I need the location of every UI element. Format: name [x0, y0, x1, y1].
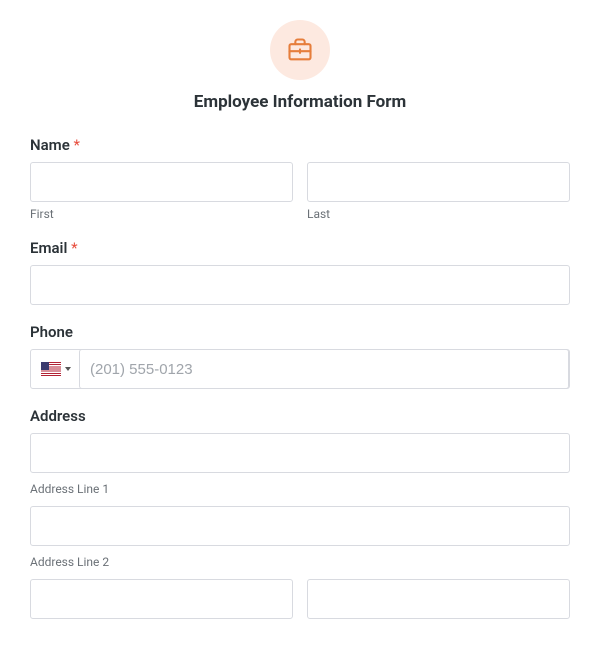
address-line2-block: Address Line 2	[30, 506, 570, 569]
address-state-col	[307, 579, 570, 619]
address-line2-sublabel: Address Line 2	[30, 555, 570, 569]
address-label: Address	[30, 407, 570, 425]
name-label-text: Name	[30, 136, 70, 154]
name-row: First Last	[30, 162, 570, 221]
country-code-selector[interactable]	[31, 350, 79, 388]
first-name-col: First	[30, 162, 293, 221]
name-field-group: Name * First Last	[30, 136, 570, 221]
address-city-input[interactable]	[30, 579, 293, 619]
address-line1-block: Address Line 1	[30, 433, 570, 496]
address-field-group: Address Address Line 1 Address Line 2	[30, 407, 570, 619]
address-city-state-row	[30, 579, 570, 619]
form-container: Employee Information Form Name * First L…	[0, 0, 600, 657]
header-icon-wrapper	[30, 20, 570, 80]
last-name-col: Last	[307, 162, 570, 221]
required-indicator: *	[74, 136, 80, 154]
address-line2-input[interactable]	[30, 506, 570, 546]
address-line1-sublabel: Address Line 1	[30, 482, 570, 496]
phone-field-group: Phone	[30, 323, 570, 389]
email-label: Email *	[30, 239, 570, 257]
email-input[interactable]	[30, 265, 570, 305]
phone-input-wrapper	[30, 349, 570, 389]
address-state-input[interactable]	[307, 579, 570, 619]
address-city-col	[30, 579, 293, 619]
briefcase-icon-circle	[270, 20, 330, 80]
email-field-group: Email *	[30, 239, 570, 305]
chevron-down-icon	[65, 367, 71, 371]
name-label: Name *	[30, 136, 570, 154]
phone-input[interactable]	[79, 349, 569, 389]
first-name-sublabel: First	[30, 207, 293, 221]
briefcase-icon	[286, 36, 314, 64]
last-name-input[interactable]	[307, 162, 570, 202]
form-title: Employee Information Form	[30, 92, 570, 112]
email-label-text: Email	[30, 239, 67, 257]
required-indicator: *	[71, 239, 77, 257]
last-name-sublabel: Last	[307, 207, 570, 221]
first-name-input[interactable]	[30, 162, 293, 202]
phone-label: Phone	[30, 323, 570, 341]
us-flag-icon	[41, 362, 61, 376]
address-line1-input[interactable]	[30, 433, 570, 473]
